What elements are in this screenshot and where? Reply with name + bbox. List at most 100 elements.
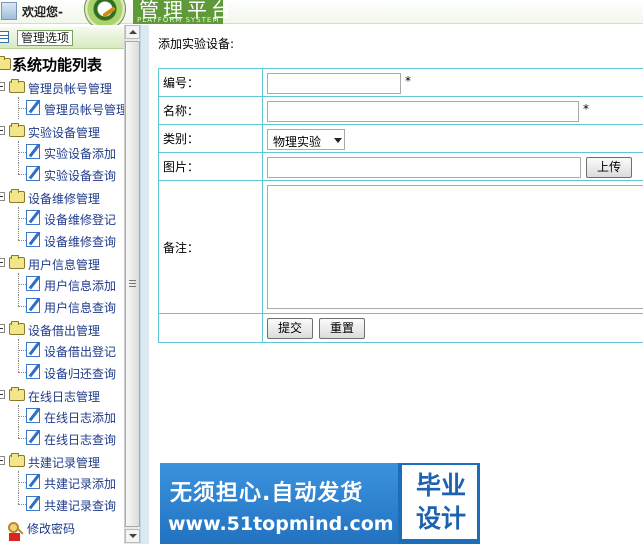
folder-icon: [9, 255, 25, 269]
tree-group-row[interactable]: 在线日志管理: [0, 385, 126, 405]
tree-item-label[interactable]: 设备借出登记: [44, 343, 116, 360]
change-password-link[interactable]: 修改密码: [27, 520, 75, 537]
tree-item-equipment-query[interactable]: 实验设备查询: [0, 163, 126, 185]
tree-item-lend-register[interactable]: 设备借出登记: [0, 339, 126, 361]
sidebar-scrollbar[interactable]: [124, 25, 140, 544]
edit-icon: [26, 144, 40, 159]
category-select[interactable]: 物理实验: [267, 129, 345, 150]
key-icon: [8, 522, 19, 533]
tree-item-log-add[interactable]: 在线日志添加: [0, 405, 126, 427]
tree-item-label[interactable]: 设备维修查询: [44, 233, 116, 250]
tree-group-row[interactable]: 设备维修管理: [0, 187, 126, 207]
edit-icon: [26, 474, 40, 489]
logout-icon[interactable]: [9, 533, 20, 541]
tree-item-label[interactable]: 设备维修登记: [44, 211, 116, 228]
tree-group-row[interactable]: 设备借出管理: [0, 319, 126, 339]
category-label: 类别：: [158, 124, 263, 153]
tree-item-user-add[interactable]: 用户信息添加: [0, 273, 126, 295]
tree-item-label[interactable]: 在线日志查询: [44, 431, 116, 448]
tree-item-record-add[interactable]: 共建记录添加: [0, 471, 126, 493]
edit-icon: [26, 276, 40, 291]
manage-options-tab[interactable]: 管理选项: [17, 30, 74, 46]
frame-splitter[interactable]: [140, 25, 149, 544]
collapse-icon[interactable]: [0, 126, 5, 135]
ad-banner[interactable]: 无须担心.自动发货 www.51topmind.com 毕业设计: [160, 463, 480, 544]
ad-badge-text: 毕业设计: [415, 471, 466, 533]
tree-item-label[interactable]: 在线日志添加: [44, 409, 116, 426]
tree-item-label[interactable]: 用户信息添加: [44, 277, 116, 294]
edit-icon: [26, 232, 40, 247]
tree-item-label[interactable]: 实验设备添加: [44, 145, 116, 162]
collapse-icon[interactable]: [0, 456, 5, 465]
folder-icon: [9, 123, 25, 137]
tree-group-label: 在线日志管理: [28, 390, 101, 404]
tree-item-change-password[interactable]: 修改密码: [0, 517, 126, 541]
submit-button[interactable]: 提交: [267, 318, 313, 339]
sidebar: 管理选项 系统功能列表 管理员帐号管理 管理员帐号管理 实验设备管理 实验设备添…: [0, 25, 140, 544]
edit-icon: [26, 100, 40, 115]
welcome-text: 欢迎您-: [22, 5, 63, 19]
tree-item-label[interactable]: 设备归还查询: [44, 365, 116, 382]
tree-item-equipment-add[interactable]: 实验设备添加: [0, 141, 126, 163]
tree-item-label[interactable]: 管理员帐号管理: [44, 101, 128, 118]
ad-url: www.51topmind.com: [168, 513, 394, 535]
chevron-down-icon: [334, 138, 342, 143]
form-row-image: 图片： 上传: [158, 152, 643, 181]
tree-item-label[interactable]: 共建记录添加: [44, 475, 116, 492]
tree-item-return-query[interactable]: 设备归还查询: [0, 361, 126, 383]
ad-badge: 毕业设计: [402, 465, 477, 539]
category-selected-value: 物理实验: [273, 135, 322, 149]
collapse-icon[interactable]: [0, 82, 5, 91]
tree-item-log-query[interactable]: 在线日志查询: [0, 427, 126, 449]
name-label: 名称：: [158, 96, 263, 125]
scrollbar-thumb[interactable]: [125, 41, 140, 527]
folder-icon: [0, 56, 11, 70]
upload-button[interactable]: 上传: [586, 157, 632, 178]
reset-button[interactable]: 重置: [319, 318, 365, 339]
image-label: 图片：: [158, 152, 263, 181]
grip-icon: [129, 280, 136, 287]
tree-item-label[interactable]: 共建记录查询: [44, 497, 116, 514]
tree-item-repair-query[interactable]: 设备维修查询: [0, 229, 126, 251]
folder-icon: [9, 79, 25, 93]
tree-item-user-query[interactable]: 用户信息查询: [0, 295, 126, 317]
page-title: 添加实验设备:: [158, 37, 235, 51]
edit-icon: [26, 364, 40, 379]
collapse-icon[interactable]: [0, 258, 5, 267]
tree-group-label: 设备维修管理: [28, 192, 101, 206]
name-input[interactable]: [267, 101, 579, 122]
form-row-category: 类别： 物理实验: [158, 124, 643, 153]
form-row-name: 名称： *: [158, 96, 643, 125]
tree-group-row[interactable]: 用户信息管理: [0, 253, 126, 273]
tree-item-label[interactable]: 实验设备查询: [44, 167, 116, 184]
ad-slogan: 无须担心.自动发货: [170, 481, 364, 506]
image-path-input[interactable]: [267, 157, 581, 178]
number-input[interactable]: [267, 73, 401, 94]
tree-item-repair-register[interactable]: 设备维修登记: [0, 207, 126, 229]
ad-banner-left: 无须担心.自动发货 www.51topmind.com: [160, 463, 398, 544]
edit-icon: [26, 166, 40, 181]
edit-icon: [26, 408, 40, 423]
tree-item-admin-account[interactable]: 管理员帐号管理: [0, 97, 128, 119]
required-mark: *: [405, 74, 411, 88]
collapse-icon[interactable]: [0, 324, 5, 333]
sidebar-header: 管理选项: [0, 27, 126, 49]
tree-group-row[interactable]: 实验设备管理: [0, 121, 126, 141]
note-textarea[interactable]: [267, 185, 643, 309]
tree-item-record-query[interactable]: 共建记录查询: [0, 493, 126, 515]
tree-group-label: 用户信息管理: [28, 258, 101, 272]
tree-group-label: 管理员帐号管理: [28, 82, 113, 96]
tree-group-row[interactable]: 管理员帐号管理: [0, 77, 126, 97]
note-label: 备注：: [158, 180, 263, 314]
folder-icon: [9, 387, 25, 401]
top-bar: 欢迎您- 管理平台 PLATFORM SYSTEM: [0, 0, 643, 30]
tree-group-row[interactable]: 共建记录管理: [0, 451, 126, 471]
collapse-icon[interactable]: [0, 192, 5, 201]
required-mark: *: [583, 102, 589, 116]
folder-icon: [9, 321, 25, 335]
collapse-icon[interactable]: [0, 390, 5, 399]
scroll-up-arrow-icon[interactable]: [125, 25, 140, 39]
tree-item-label[interactable]: 用户信息查询: [44, 299, 116, 316]
form-row-number: 编号： *: [158, 68, 643, 97]
scroll-down-arrow-icon[interactable]: [125, 529, 140, 543]
